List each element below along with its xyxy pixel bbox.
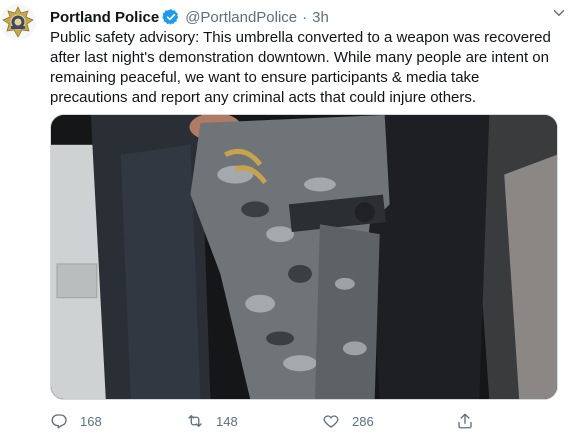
share-icon	[458, 413, 472, 429]
reply-icon	[51, 414, 67, 429]
author-name[interactable]: Portland Police	[50, 9, 159, 26]
umbrella-photo	[51, 115, 557, 399]
reply-button[interactable]: 168	[50, 408, 102, 434]
retweet-icon	[188, 415, 202, 427]
tweet-header: Portland Police @PortlandPolice · 3h	[50, 6, 560, 28]
retweet-count: 148	[216, 413, 238, 429]
police-badge-icon	[0, 4, 36, 40]
like-count: 286	[352, 413, 374, 429]
like-button[interactable]: 286	[322, 408, 374, 434]
verified-badge-icon	[162, 8, 180, 26]
retweet-button[interactable]: 148	[186, 408, 238, 434]
author-handle[interactable]: @PortlandPolice	[185, 9, 297, 26]
reply-count: 168	[80, 413, 102, 429]
chevron-down-icon[interactable]	[550, 4, 568, 22]
tweet[interactable]: Portland Police @PortlandPolice · 3h Pub…	[0, 0, 572, 442]
separator-dot: ·	[302, 8, 308, 26]
timestamp[interactable]: 3h	[312, 9, 329, 26]
action-bar: 168 148 286	[50, 408, 560, 434]
share-button[interactable]	[456, 408, 486, 434]
avatar[interactable]	[0, 4, 36, 40]
tweet-text: Public safety advisory: This umbrella co…	[50, 29, 551, 106]
heart-icon	[323, 415, 339, 428]
tweet-photo[interactable]	[50, 114, 558, 400]
